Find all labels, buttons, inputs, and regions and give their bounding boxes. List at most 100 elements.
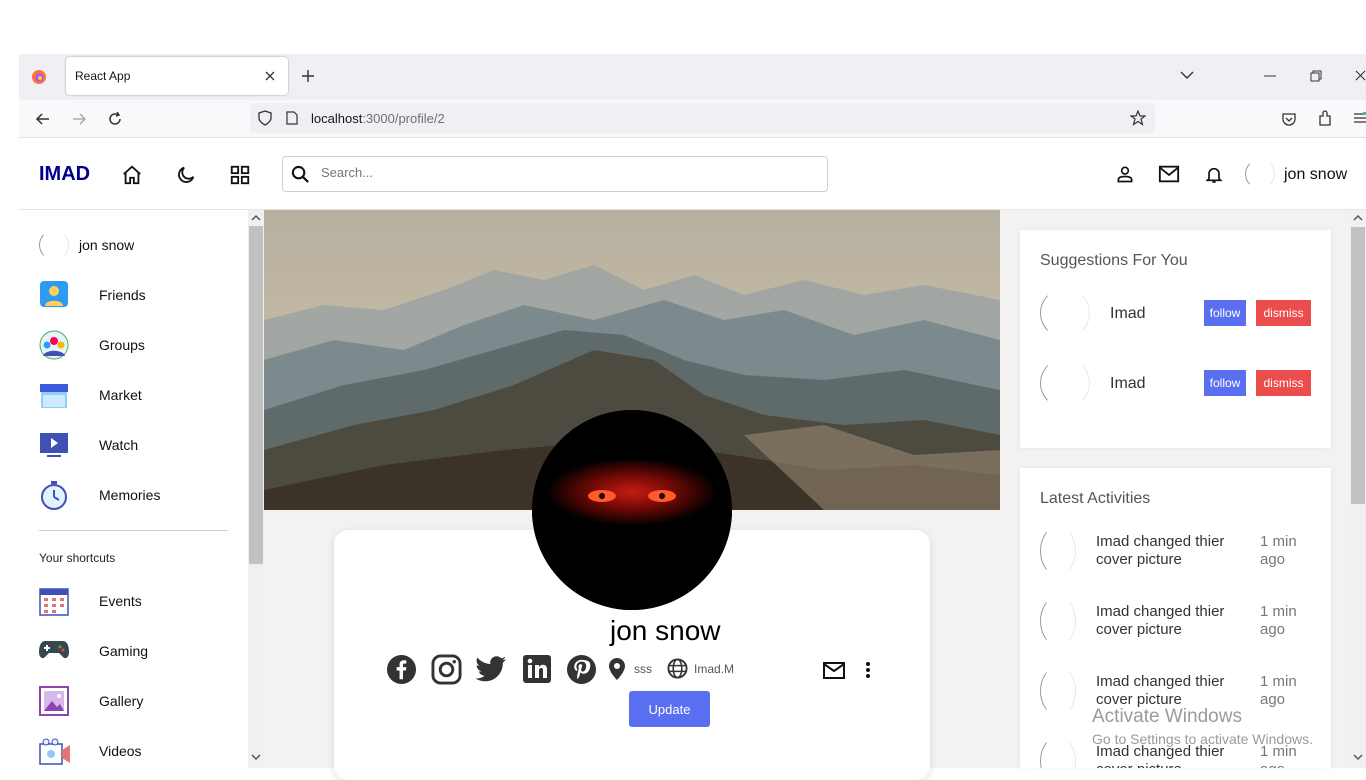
follow-button[interactable]: follow — [1204, 300, 1246, 326]
sidebar-item-label: Videos — [99, 743, 142, 759]
app-header: IMAD jon snow — [19, 139, 1366, 210]
scroll-up-arrow-icon[interactable] — [1353, 214, 1363, 221]
activity-avatar — [1040, 526, 1076, 576]
sidebar-item-label: Memories — [99, 487, 161, 503]
browser-nav-bar: localhost:3000/profile/2 — [19, 100, 1366, 138]
new-tab-icon[interactable] — [301, 69, 315, 83]
restore-icon[interactable] — [1310, 70, 1322, 82]
person-icon[interactable] — [1115, 164, 1135, 184]
minimize-icon[interactable] — [1264, 75, 1276, 77]
dismiss-button[interactable]: dismiss — [1256, 300, 1311, 326]
forward-icon[interactable] — [71, 111, 87, 127]
suggestion-avatar[interactable] — [1040, 288, 1090, 338]
instagram-icon[interactable] — [431, 654, 462, 685]
update-button[interactable]: Update — [629, 691, 710, 727]
right-scrollbar[interactable] — [1350, 210, 1366, 768]
linkedin-icon[interactable] — [522, 654, 552, 684]
apps-grid-icon[interactable] — [229, 164, 251, 186]
sidebar-item-label: Gaming — [99, 643, 149, 659]
activate-windows-title: Activate Windows — [1092, 706, 1242, 727]
left-scroll-thumb[interactable] — [249, 226, 263, 564]
profile-location: sss — [634, 662, 652, 676]
home-icon[interactable] — [121, 164, 143, 186]
facebook-icon[interactable] — [386, 654, 417, 685]
groups-icon — [39, 330, 69, 360]
message-icon[interactable] — [823, 662, 845, 679]
profile-website[interactable]: Imad.M — [694, 662, 734, 676]
location-pin-icon — [609, 658, 625, 680]
back-icon[interactable] — [35, 111, 51, 127]
sidebar-item-label: Gallery — [99, 693, 144, 709]
activity-time: 1 min ago — [1260, 533, 1297, 568]
reload-icon[interactable] — [107, 111, 123, 127]
page-info-icon[interactable] — [286, 111, 298, 125]
profile-name: jon snow — [610, 615, 721, 646]
extensions-icon[interactable] — [1317, 110, 1333, 127]
scroll-up-arrow-icon[interactable] — [251, 214, 261, 221]
menu-icon[interactable] — [1354, 112, 1366, 124]
suggestion-name[interactable]: Imad — [1110, 305, 1146, 323]
url-path: :3000/profile/2 — [362, 111, 445, 126]
firefox-icon — [31, 69, 47, 85]
right-sidebar: Suggestions For You Imad follow dismiss … — [1000, 210, 1366, 768]
sidebar-item-label: Market — [99, 387, 142, 403]
profile-main: jon snow sss Imad.M Update — [264, 210, 1000, 780]
activity-avatar — [1040, 736, 1076, 768]
activity-time: 1 min ago — [1260, 603, 1297, 638]
activity-text: Imad changed thier cover picture — [1096, 603, 1225, 638]
mail-icon[interactable] — [1158, 164, 1180, 184]
activity-avatar — [1040, 596, 1076, 646]
browser-tab-bar: React App — [19, 54, 1366, 100]
pocket-icon[interactable] — [1281, 111, 1297, 127]
memories-icon — [39, 480, 69, 510]
profile-picture — [532, 410, 732, 610]
sidebar-user-name: jon snow — [79, 237, 135, 253]
activate-windows-subtitle: Go to Settings to activate Windows. — [1092, 731, 1313, 747]
search-bar[interactable] — [282, 156, 828, 192]
left-sidebar: jon snow Friends Groups Market Watch Mem… — [19, 210, 248, 768]
dismiss-button[interactable]: dismiss — [1256, 370, 1311, 396]
scroll-down-arrow-icon[interactable] — [251, 754, 261, 761]
tab-list-chevron-icon[interactable] — [1180, 70, 1194, 80]
suggestion-avatar[interactable] — [1040, 358, 1090, 408]
more-options-icon[interactable] — [865, 661, 871, 679]
right-scroll-thumb[interactable] — [1351, 227, 1365, 504]
tab-title: React App — [75, 69, 131, 83]
url-text[interactable]: localhost:3000/profile/2 — [311, 111, 445, 126]
events-icon — [39, 586, 69, 616]
url-bar[interactable]: localhost:3000/profile/2 — [250, 103, 1155, 133]
gallery-icon — [39, 686, 69, 716]
activity-text: Imad changed thier cover picture — [1096, 673, 1225, 708]
sidebar-item-label: Watch — [99, 437, 139, 453]
gaming-icon — [39, 638, 69, 662]
browser-tab[interactable]: React App — [66, 57, 288, 95]
left-scrollbar[interactable] — [248, 210, 264, 768]
bookmark-star-icon[interactable] — [1130, 110, 1146, 126]
logo[interactable]: IMAD — [39, 163, 90, 186]
twitter-icon[interactable] — [475, 655, 507, 683]
close-tab-icon[interactable] — [264, 70, 276, 82]
friends-icon — [39, 280, 69, 310]
notifications-bell-icon[interactable] — [1204, 164, 1224, 185]
scroll-down-arrow-icon[interactable] — [1353, 754, 1363, 761]
suggestions-panel: Suggestions For You Imad follow dismiss … — [1020, 230, 1331, 448]
globe-icon — [667, 658, 688, 679]
activity-time: 1 min ago — [1260, 673, 1297, 708]
suggestions-title: Suggestions For You — [1040, 252, 1188, 269]
header-user-name[interactable]: jon snow — [1284, 166, 1347, 184]
sidebar-avatar — [39, 230, 69, 260]
pinterest-icon[interactable] — [566, 654, 597, 685]
sidebar-item-label: Groups — [99, 337, 145, 353]
activity-text: Imad changed thier cover picture — [1096, 533, 1225, 568]
search-input[interactable] — [321, 165, 801, 180]
url-host: localhost — [311, 111, 363, 126]
close-window-icon[interactable] — [1355, 70, 1366, 81]
header-avatar[interactable] — [1245, 159, 1275, 189]
suggestion-name[interactable]: Imad — [1110, 375, 1146, 393]
sidebar-item-label: Events — [99, 593, 142, 609]
follow-button[interactable]: follow — [1204, 370, 1246, 396]
shield-icon[interactable] — [258, 110, 272, 126]
market-icon — [39, 380, 69, 410]
sidebar-divider — [39, 530, 228, 531]
dark-mode-icon[interactable] — [175, 164, 197, 186]
